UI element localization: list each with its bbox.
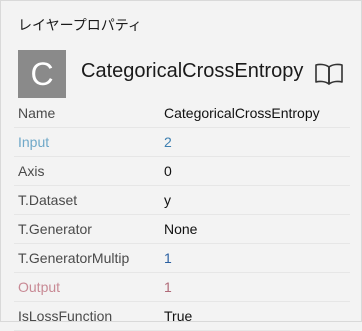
property-label: T.GeneratorMultip bbox=[18, 250, 130, 266]
property-list: Name CategoricalCrossEntropy Input 2 Axi… bbox=[14, 99, 350, 331]
property-value[interactable]: 2 bbox=[164, 134, 172, 150]
property-label: Input bbox=[18, 134, 50, 150]
open-book-icon[interactable] bbox=[314, 62, 344, 86]
property-row-name[interactable]: Name CategoricalCrossEntropy bbox=[14, 99, 350, 128]
layer-properties-panel: レイヤープロパティ C CategoricalCrossEntropy Name… bbox=[0, 0, 362, 331]
panel-title: レイヤープロパティ bbox=[18, 18, 142, 34]
property-label: T.Generator bbox=[18, 221, 92, 237]
property-row-tdataset[interactable]: T.Dataset y bbox=[14, 186, 350, 215]
property-label: Output bbox=[18, 279, 61, 295]
property-row-axis[interactable]: Axis 0 bbox=[14, 157, 350, 186]
property-label: Axis bbox=[18, 163, 45, 179]
property-label: Name bbox=[18, 105, 56, 121]
property-row-input[interactable]: Input 2 bbox=[14, 128, 350, 157]
property-value[interactable]: 0 bbox=[164, 163, 172, 179]
property-row-tgeneratormultiplier[interactable]: T.GeneratorMultip 1 bbox=[14, 244, 350, 273]
property-value[interactable]: 1 bbox=[164, 250, 172, 266]
property-label: T.Dataset bbox=[18, 192, 78, 208]
property-value[interactable]: y bbox=[164, 192, 171, 208]
property-row-tgenerator[interactable]: T.Generator None bbox=[14, 215, 350, 244]
layer-header: C CategoricalCrossEntropy bbox=[18, 50, 348, 98]
layer-type-avatar: C bbox=[18, 50, 66, 98]
property-row-output[interactable]: Output 1 bbox=[14, 273, 350, 302]
property-value[interactable]: 1 bbox=[164, 279, 172, 295]
layer-name: CategoricalCrossEntropy bbox=[81, 60, 304, 82]
property-value[interactable]: CategoricalCrossEntropy bbox=[164, 105, 320, 121]
property-value[interactable]: None bbox=[164, 221, 197, 237]
property-row-islossfunction[interactable]: IsLossFunction True bbox=[14, 302, 350, 331]
